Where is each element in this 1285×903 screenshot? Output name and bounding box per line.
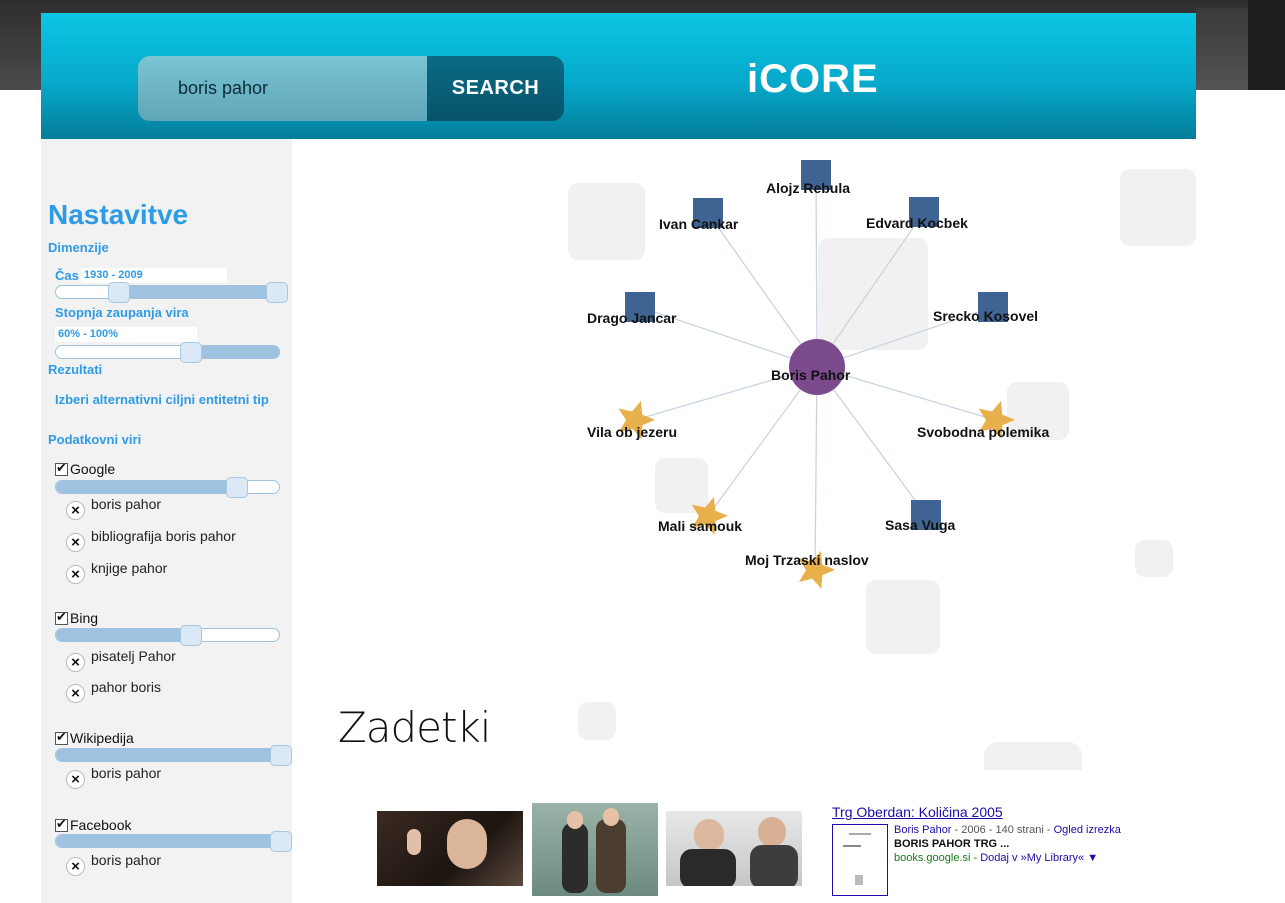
photo-thumbnail[interactable] — [532, 803, 658, 896]
graph-edge — [816, 211, 925, 368]
person-node-label[interactable]: Ivan Cankar — [659, 216, 738, 232]
graph-edge — [814, 366, 818, 571]
book-source-domain: books.google.si — [894, 852, 971, 864]
graph-edge — [815, 174, 818, 368]
graph-edge — [707, 212, 818, 368]
work-node-label[interactable]: Mali samouk — [658, 518, 742, 534]
work-node-label[interactable]: Vila ob jezeru — [587, 424, 677, 440]
entity-graph — [618, 160, 1015, 589]
photo-thumbnail[interactable] — [377, 811, 523, 886]
book-author-link[interactable]: Boris Pahor — [894, 824, 951, 836]
book-cover-thumbnail[interactable] — [832, 824, 888, 896]
center-entity-label[interactable]: Boris Pahor — [771, 367, 850, 383]
work-node-label[interactable]: Moj Trzaski naslov — [745, 552, 869, 568]
person-node-label[interactable]: Sasa Vuga — [885, 517, 955, 533]
book-result-title[interactable]: Trg Oberdan: Količina 2005 — [832, 804, 1003, 820]
results-title: Zadetki — [338, 703, 491, 752]
book-source: books.google.si - Dodaj v »My Library« ▼ — [894, 852, 1099, 864]
book-meta: Boris Pahor - 2006 - 140 strani - Ogled … — [894, 824, 1121, 836]
book-snippet: BORIS PAHOR TRG ... — [894, 838, 1010, 850]
book-meta-text: - 2006 - 140 strani - — [951, 824, 1054, 836]
book-preview-link[interactable]: Ogled izrezka — [1054, 824, 1121, 836]
photo-thumbnail[interactable] — [666, 811, 802, 886]
person-node-label[interactable]: Alojz Rebula — [766, 180, 850, 196]
person-node-label[interactable]: Edvard Kocbek — [866, 215, 968, 231]
person-node-label[interactable]: Srecko Kosovel — [933, 308, 1038, 324]
add-to-library-link[interactable]: Dodaj v »My Library« ▼ — [980, 852, 1098, 864]
person-node-label[interactable]: Drago Jancar — [587, 310, 676, 326]
work-node-label[interactable]: Svobodna polemika — [917, 424, 1049, 440]
